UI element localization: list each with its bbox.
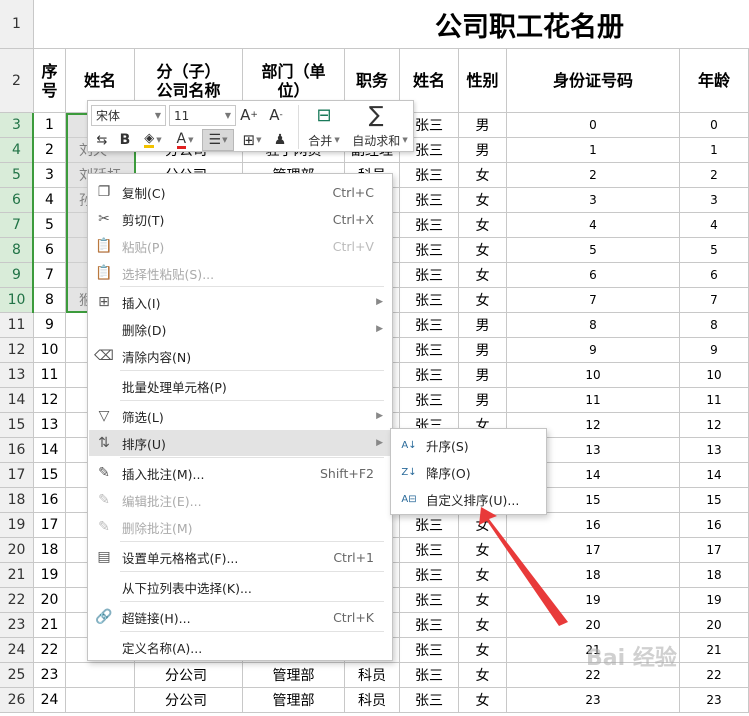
watermark-logo: Bai 经验 xyxy=(586,646,677,671)
annotation-arrow xyxy=(479,507,568,626)
annotation-arrow-shape xyxy=(479,507,568,626)
